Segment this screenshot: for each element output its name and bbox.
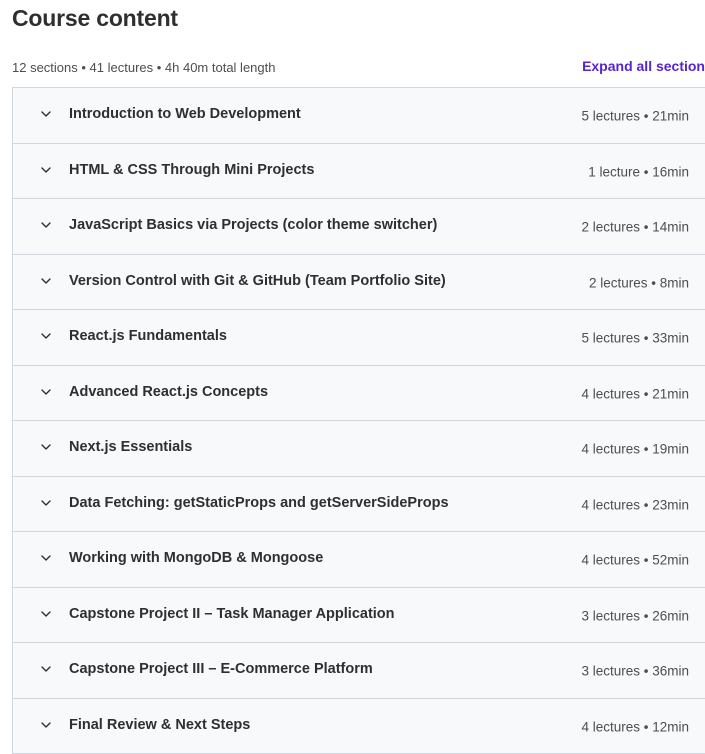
- chevron-down-icon: [40, 608, 52, 620]
- chevron-down-icon: [40, 497, 52, 509]
- section-title: Working with MongoDB & Mongoose: [69, 550, 323, 566]
- section-row[interactable]: HTML & CSS Through Mini Projects 1 lectu…: [13, 144, 705, 200]
- section-row[interactable]: Final Review & Next Steps 4 lectures • 1…: [13, 699, 705, 754]
- section-row[interactable]: JavaScript Basics via Projects (color th…: [13, 199, 705, 255]
- section-meta: 4 lectures • 23min: [581, 497, 689, 512]
- section-row[interactable]: Version Control with Git & GitHub (Team …: [13, 255, 705, 311]
- section-meta: 5 lectures • 21min: [581, 109, 689, 124]
- section-title: Capstone Project II – Task Manager Appli…: [69, 606, 395, 622]
- section-meta: 4 lectures • 12min: [581, 719, 689, 734]
- page-title: Course content: [12, 4, 178, 32]
- chevron-down-icon: [40, 663, 52, 675]
- section-row[interactable]: Data Fetching: getStaticProps and getSer…: [13, 477, 705, 533]
- chevron-down-icon: [40, 386, 52, 398]
- section-title: Capstone Project III – E-Commerce Platfo…: [69, 661, 373, 677]
- section-title: Next.js Essentials: [69, 439, 192, 455]
- section-meta: 2 lectures • 8min: [589, 275, 689, 290]
- chevron-down-icon: [40, 330, 52, 342]
- chevron-down-icon: [40, 275, 52, 287]
- chevron-down-icon: [40, 108, 52, 120]
- section-title: Introduction to Web Development: [69, 106, 301, 122]
- chevron-down-icon: [40, 441, 52, 453]
- section-meta: 3 lectures • 36min: [581, 664, 689, 679]
- section-meta: 1 lecture • 16min: [588, 164, 689, 179]
- section-title: JavaScript Basics via Projects (color th…: [69, 217, 437, 233]
- chevron-down-icon: [40, 164, 52, 176]
- course-summary-row: 12 sections • 41 lectures • 4h 40m total…: [12, 58, 705, 78]
- section-meta: 4 lectures • 21min: [581, 386, 689, 401]
- chevron-down-icon: [40, 219, 52, 231]
- section-row[interactable]: Introduction to Web Development 5 lectur…: [13, 88, 705, 144]
- section-row[interactable]: Working with MongoDB & Mongoose 4 lectur…: [13, 532, 705, 588]
- section-meta: 2 lectures • 14min: [581, 220, 689, 235]
- section-title: Data Fetching: getStaticProps and getSer…: [69, 495, 449, 511]
- expand-all-sections-button[interactable]: Expand all section: [582, 58, 705, 74]
- section-title: Advanced React.js Concepts: [69, 384, 268, 400]
- course-summary: 12 sections • 41 lectures • 4h 40m total…: [12, 60, 275, 75]
- section-meta: 4 lectures • 19min: [581, 442, 689, 457]
- section-title: React.js Fundamentals: [69, 328, 227, 344]
- section-row[interactable]: Next.js Essentials 4 lectures • 19min: [13, 421, 705, 477]
- section-row[interactable]: Capstone Project III – E-Commerce Platfo…: [13, 643, 705, 699]
- section-title: Final Review & Next Steps: [69, 717, 250, 733]
- chevron-down-icon: [40, 719, 52, 731]
- chevron-down-icon: [40, 552, 52, 564]
- section-meta: 5 lectures • 33min: [581, 331, 689, 346]
- section-row[interactable]: Advanced React.js Concepts 4 lectures • …: [13, 366, 705, 422]
- section-row[interactable]: Capstone Project II – Task Manager Appli…: [13, 588, 705, 644]
- section-title: HTML & CSS Through Mini Projects: [69, 162, 314, 178]
- section-meta: 4 lectures • 52min: [581, 553, 689, 568]
- section-list: Introduction to Web Development 5 lectur…: [12, 87, 705, 754]
- section-meta: 3 lectures • 26min: [581, 608, 689, 623]
- section-title: Version Control with Git & GitHub (Team …: [69, 273, 446, 289]
- section-row[interactable]: React.js Fundamentals 5 lectures • 33min: [13, 310, 705, 366]
